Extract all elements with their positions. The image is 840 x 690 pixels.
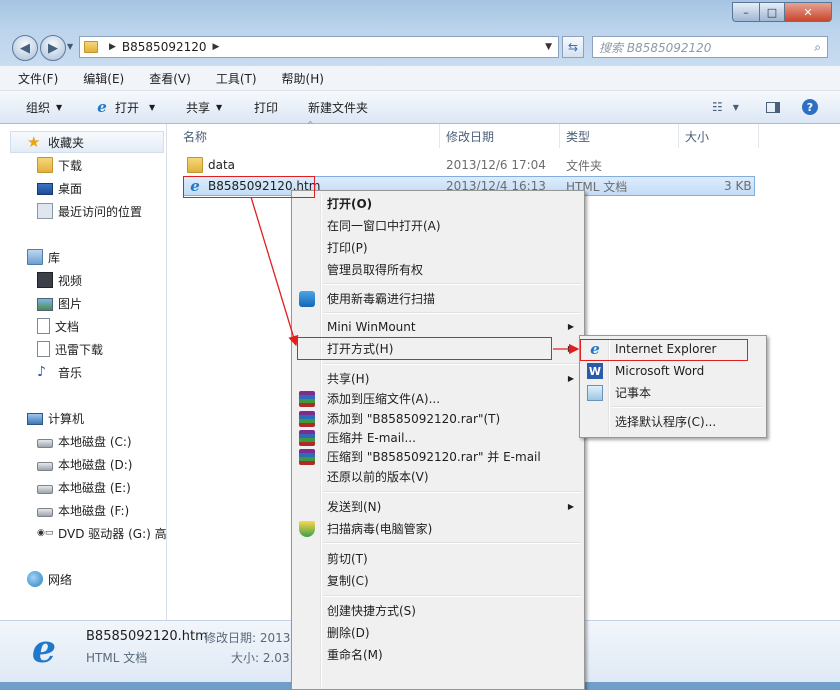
annotation-arrows [250,196,580,355]
annotation-arrow-to-open-with [250,196,299,347]
